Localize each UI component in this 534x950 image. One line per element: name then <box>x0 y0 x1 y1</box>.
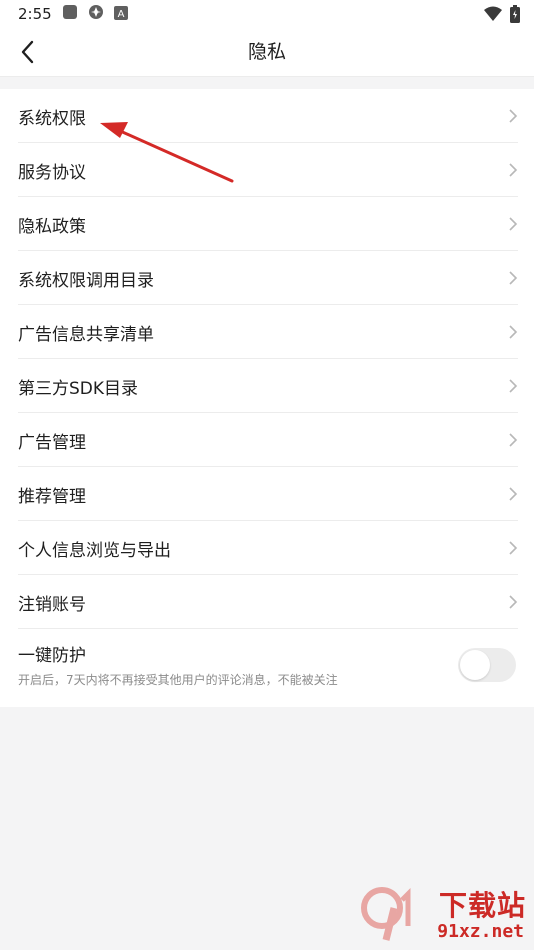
chevron-right-icon <box>509 163 518 177</box>
menu-item-label: 隐私政策 <box>18 216 86 237</box>
privacy-settings-list: 系统权限 服务协议 隐私政策 系统权限调用目录 广告信息共享清单 第三方SDK目… <box>0 89 534 707</box>
chevron-right-icon <box>509 433 518 447</box>
menu-item-delete-account[interactable]: 注销账号 <box>0 575 534 629</box>
chevron-right-icon <box>509 541 518 555</box>
battery-icon <box>510 5 520 27</box>
menu-item-system-permissions[interactable]: 系统权限 <box>0 89 534 143</box>
menu-item-label: 注销账号 <box>18 594 86 615</box>
toggle-knob <box>460 650 490 680</box>
chevron-right-icon <box>509 379 518 393</box>
menu-item-ad-info-sharing[interactable]: 广告信息共享清单 <box>0 305 534 359</box>
watermark: 下载站 91xz.net <box>358 884 528 944</box>
menu-item-label: 服务协议 <box>18 162 86 183</box>
chevron-right-icon <box>509 217 518 231</box>
chevron-right-icon <box>509 487 518 501</box>
chevron-right-icon <box>509 325 518 339</box>
menu-item-label: 第三方SDK目录 <box>18 378 139 399</box>
menu-item-ad-management[interactable]: 广告管理 <box>0 413 534 467</box>
chevron-right-icon <box>509 271 518 285</box>
status-time: 2:55 <box>18 5 52 23</box>
chevron-right-icon <box>509 109 518 123</box>
watermark-url: 91xz.net <box>437 921 524 942</box>
top-nav-bar: 隐私 <box>0 28 534 77</box>
menu-item-personal-info-export[interactable]: 个人信息浏览与导出 <box>0 521 534 575</box>
menu-item-privacy-policy[interactable]: 隐私政策 <box>0 197 534 251</box>
menu-item-service-agreement[interactable]: 服务协议 <box>0 143 534 197</box>
menu-item-label: 个人信息浏览与导出 <box>18 540 171 561</box>
watermark-title: 下载站 <box>438 889 526 922</box>
wifi-icon <box>484 6 502 26</box>
one-click-protection-row: 一键防护 开启后，7天内将不再接受其他用户的评论消息，不能被关注 <box>0 629 534 707</box>
protection-description: 开启后，7天内将不再接受其他用户的评论消息，不能被关注 <box>18 673 338 687</box>
page-title: 隐私 <box>247 41 286 63</box>
chevron-right-icon <box>509 595 518 609</box>
menu-item-recommendation-management[interactable]: 推荐管理 <box>0 467 534 521</box>
swirl-icon <box>88 4 104 24</box>
menu-item-permission-directory[interactable]: 系统权限调用目录 <box>0 251 534 305</box>
protection-label: 一键防护 <box>18 646 86 666</box>
menu-item-label: 系统权限调用目录 <box>18 270 154 291</box>
menu-item-label: 推荐管理 <box>18 486 86 507</box>
svg-text:A: A <box>117 9 124 20</box>
menu-item-third-party-sdk[interactable]: 第三方SDK目录 <box>0 359 534 413</box>
protection-toggle[interactable] <box>458 648 516 682</box>
menu-item-label: 广告信息共享清单 <box>18 324 154 345</box>
menu-item-label: 广告管理 <box>18 432 86 453</box>
a-icon: A <box>113 5 128 24</box>
square-icon <box>62 4 78 24</box>
status-bar: 2:55 A <box>0 0 534 28</box>
menu-item-label: 系统权限 <box>18 108 86 129</box>
watermark-logo-icon <box>361 887 411 941</box>
